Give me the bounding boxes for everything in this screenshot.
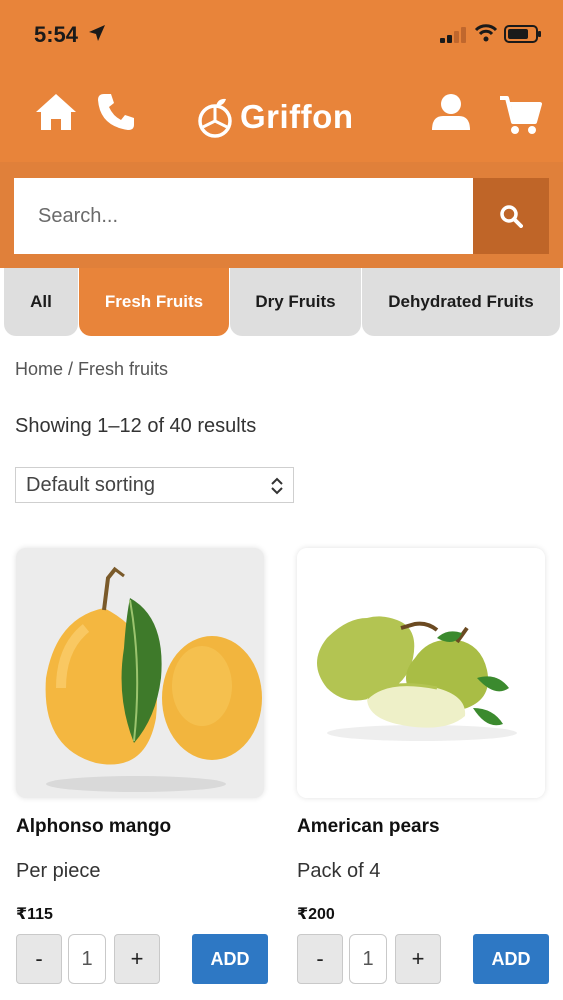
category-tabs: All Fresh Fruits Dry Fruits Dehydrated F… bbox=[0, 268, 563, 338]
mango-illustration bbox=[16, 548, 264, 798]
tab-dry-fruits[interactable]: Dry Fruits bbox=[230, 268, 361, 336]
product-image-pears[interactable] bbox=[297, 548, 545, 798]
app-header: 5:54 Griffon bbox=[0, 0, 563, 268]
battery-icon bbox=[504, 25, 541, 43]
quantity-increase-button[interactable]: + bbox=[395, 934, 441, 984]
add-to-cart-button[interactable]: ADD bbox=[192, 934, 268, 984]
user-account-icon[interactable] bbox=[430, 92, 472, 132]
tab-label: Dry Fruits bbox=[255, 292, 336, 311]
sort-chevron-icon bbox=[271, 477, 283, 495]
tab-dehydrated-fruits[interactable]: Dehydrated Fruits bbox=[362, 268, 560, 336]
tab-label: Dehydrated Fruits bbox=[388, 292, 534, 311]
results-count: Showing 1–12 of 40 results bbox=[15, 415, 257, 437]
home-icon[interactable] bbox=[34, 92, 78, 132]
status-bar: 5:54 bbox=[0, 0, 563, 70]
quantity-decrease-button[interactable]: - bbox=[16, 934, 62, 984]
add-to-cart-button[interactable]: ADD bbox=[473, 934, 549, 984]
phone-icon[interactable] bbox=[96, 92, 136, 132]
quantity-decrease-button[interactable]: - bbox=[297, 934, 343, 984]
breadcrumb[interactable]: Home / Fresh fruits bbox=[15, 359, 168, 380]
quantity-input[interactable] bbox=[68, 934, 106, 984]
sort-selected-label: Default sorting bbox=[26, 473, 155, 496]
pears-illustration bbox=[297, 548, 545, 798]
brand-name: Griffon bbox=[240, 98, 354, 135]
quantity-input[interactable] bbox=[349, 934, 387, 984]
product-name[interactable]: American pears bbox=[297, 816, 440, 838]
location-arrow-icon bbox=[89, 25, 105, 41]
tab-all[interactable]: All bbox=[4, 268, 78, 336]
tab-label: Fresh Fruits bbox=[104, 292, 204, 311]
product-price: ₹200 bbox=[297, 906, 335, 923]
search-input[interactable] bbox=[14, 178, 473, 254]
tab-fresh-fruits[interactable]: Fresh Fruits bbox=[79, 268, 229, 336]
search-bar bbox=[14, 178, 549, 254]
tab-label: All bbox=[30, 292, 52, 311]
product-unit: Per piece bbox=[16, 860, 101, 882]
product-price: ₹115 bbox=[16, 906, 53, 923]
brand-logo[interactable]: Griffon bbox=[196, 96, 353, 138]
product-image-mango[interactable] bbox=[16, 548, 264, 798]
product-unit: Pack of 4 bbox=[297, 860, 381, 882]
orange-fruit-logo-icon bbox=[198, 98, 232, 138]
product-card: American pears Pack of 4 ₹200 - + ADD bbox=[297, 548, 549, 984]
cellular-signal-icon bbox=[440, 27, 466, 43]
product-name[interactable]: Alphonso mango bbox=[16, 816, 171, 838]
search-icon bbox=[500, 205, 523, 228]
shopping-cart-icon[interactable] bbox=[498, 94, 542, 136]
quantity-increase-button[interactable]: + bbox=[114, 934, 160, 984]
status-time: 5:54 bbox=[34, 22, 79, 47]
search-button[interactable] bbox=[473, 178, 549, 254]
product-card: Alphonso mango Per piece ₹115 - + ADD bbox=[16, 548, 268, 984]
sort-select[interactable]: Default sorting bbox=[15, 467, 294, 503]
wifi-icon bbox=[474, 24, 498, 42]
